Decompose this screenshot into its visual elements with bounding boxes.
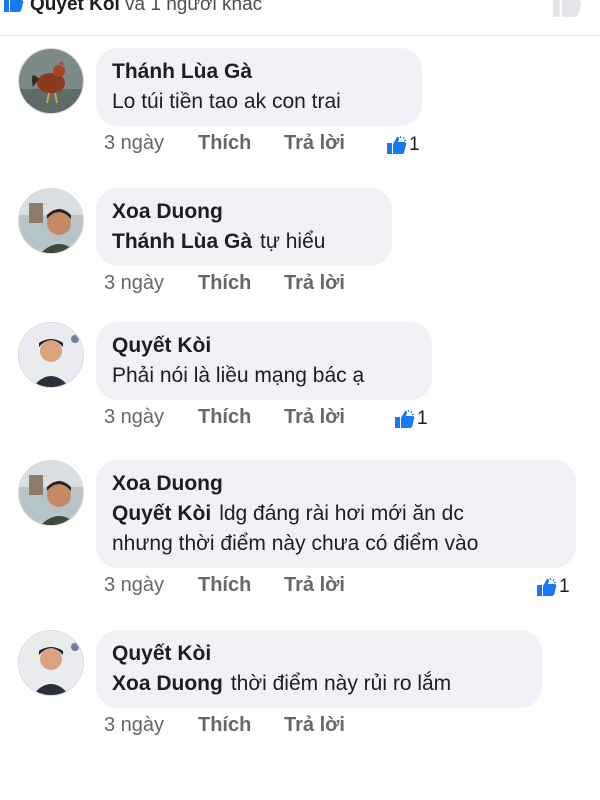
comment-text: Phải nói là liều mạng bác ạ [112, 364, 365, 387]
mention-tag[interactable]: Quyết Kòi [112, 502, 211, 525]
avatar[interactable] [18, 460, 84, 526]
reaction-count-text: 1 [559, 576, 570, 597]
comment-time[interactable]: 3 ngày [104, 132, 164, 155]
comment-text: Thánh Lùa Gà tự hiểu [112, 230, 326, 253]
comment-time[interactable]: 3 ngày [104, 714, 164, 737]
avatar[interactable] [18, 48, 84, 114]
avatar[interactable] [18, 188, 84, 254]
comment-text: Lo túi tiền tao ak con trai [112, 90, 341, 113]
comment-bubble: Xoa Duong Quyết Kòi ldg đáng rài hơi mới … [96, 460, 576, 568]
mention-tag[interactable]: Xoa Duong [112, 672, 223, 695]
like-reaction-icon [537, 577, 557, 596]
like-button[interactable]: Thích [198, 574, 251, 597]
reaction-count[interactable]: 1 [536, 576, 570, 598]
reaction-count[interactable]: 1 [394, 408, 428, 430]
man-selfie-photo [19, 189, 83, 253]
comment-bubble: Xoa Duong Thánh Lùa Gà tự hiểu [96, 188, 392, 266]
comment-author[interactable]: Quyết Kòi [112, 331, 416, 361]
man-selfie-photo [19, 461, 83, 525]
avatar[interactable] [18, 630, 84, 696]
likes-summary-text[interactable]: Quyết Kòi và 1 người khác [30, 0, 262, 16]
comment-time[interactable]: 3 ngày [104, 574, 164, 597]
like-outline-icon[interactable] [552, 0, 582, 18]
reply-button[interactable]: Trả lời [284, 132, 345, 155]
like-button[interactable]: Thích [198, 406, 251, 429]
comment-text-line-2: nhưng thời điểm này chưa có điểm vào [112, 532, 479, 555]
young-man-photo [19, 323, 83, 387]
avatar[interactable] [18, 322, 84, 388]
reply-button[interactable]: Trả lời [284, 574, 345, 597]
reply-button[interactable]: Trả lời [284, 406, 345, 429]
comment-author[interactable]: Quyết Kòi [112, 639, 526, 669]
like-button[interactable]: Thích [198, 272, 251, 295]
comment-author[interactable]: Xoa Duong [112, 197, 376, 227]
comment-author[interactable]: Thánh Lùa Gà [112, 57, 406, 87]
like-thumb-icon [4, 0, 24, 12]
reaction-count-text: 1 [417, 408, 428, 429]
comment-bubble: Thánh Lùa Gà Lo túi tiền tao ak con trai [96, 48, 422, 126]
comment-bubble: Quyết Kòi Phải nói là liều mạng bác ạ [96, 322, 432, 400]
comment-bubble: Quyết Kòi Xoa Duong thời điểm này rủi ro … [96, 630, 542, 708]
comment-time[interactable]: 3 ngày [104, 272, 164, 295]
reaction-count[interactable]: 1 [386, 134, 420, 156]
like-button[interactable]: Thích [198, 132, 251, 155]
mention-tag[interactable]: Thánh Lùa Gà [112, 230, 252, 253]
comment-author[interactable]: Xoa Duong [112, 469, 560, 499]
like-button[interactable]: Thích [198, 714, 251, 737]
reply-button[interactable]: Trả lời [284, 272, 345, 295]
likes-summary-bar: Quyết Kòi và 1 người khác [0, 0, 600, 36]
rooster-photo [19, 49, 83, 113]
like-reaction-icon [395, 409, 415, 428]
comment-time[interactable]: 3 ngày [104, 406, 164, 429]
comment-text: Xoa Duong thời điểm này rủi ro lắm [112, 672, 452, 695]
comment-text: Quyết Kòi ldg đáng rài hơi mới ăn dc [112, 502, 464, 525]
reply-button[interactable]: Trả lời [284, 714, 345, 737]
young-man-photo [19, 631, 83, 695]
reaction-count-text: 1 [409, 134, 420, 155]
like-reaction-icon [387, 135, 407, 154]
